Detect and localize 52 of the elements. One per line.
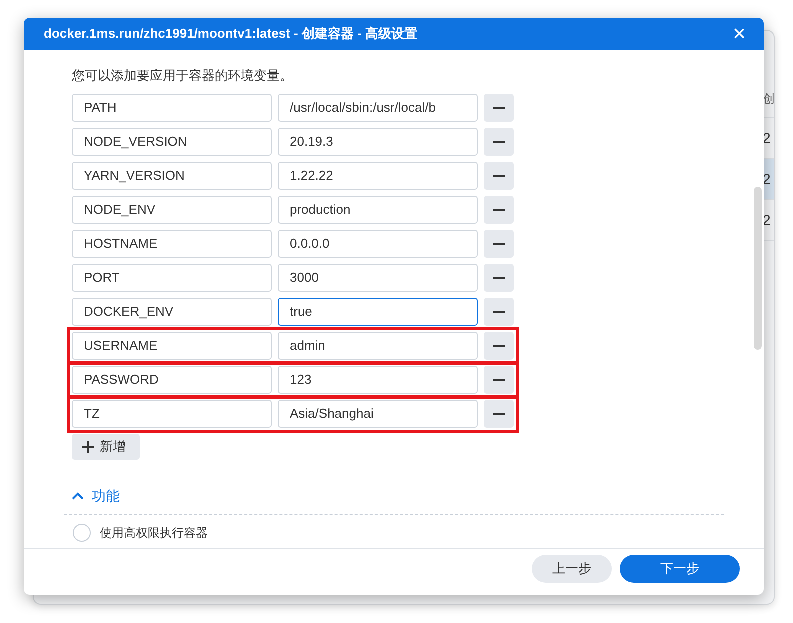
name-field[interactable]: PASSWORD (72, 366, 272, 394)
value-field[interactable]: 0.0.0.0 (278, 230, 478, 258)
value-field[interactable]: admin (278, 332, 478, 360)
remove-button[interactable] (484, 298, 514, 326)
window-title: docker.1ms.run/zhc1991/moontv1:latest - 创建容器 - 高级设置 (44, 25, 418, 44)
add-button[interactable]: 新增 (72, 434, 140, 460)
value-field[interactable]: 123 (278, 366, 478, 394)
minus-icon (493, 344, 505, 346)
intro-text: 您可以添加要应用于容器的环境变量。 (72, 67, 294, 85)
name-field[interactable]: PORT (72, 264, 272, 292)
name-field[interactable]: USERNAME (72, 332, 272, 360)
value-field[interactable]: true (278, 298, 478, 326)
name-field[interactable]: NODE_ENV (72, 196, 272, 224)
option-checkbox[interactable] (73, 524, 91, 542)
remove-button[interactable] (484, 400, 514, 428)
scrollbar[interactable] (754, 187, 762, 350)
minus-icon (493, 276, 505, 278)
minus-icon (493, 378, 505, 380)
minus-icon (493, 242, 505, 244)
remove-button[interactable] (484, 332, 514, 360)
minus-icon (493, 310, 505, 312)
section-header[interactable]: 功能 (72, 486, 724, 506)
value-field[interactable]: Asia/Shanghai (278, 400, 478, 428)
name-field[interactable]: YARN_VERSION (72, 162, 272, 190)
remove-button[interactable] (484, 366, 514, 394)
value-field[interactable]: /usr/local/sbin:/usr/local/b (278, 94, 478, 122)
close-button[interactable]: × (733, 23, 746, 45)
remove-button[interactable] (484, 128, 514, 156)
minus-icon (493, 174, 505, 176)
minus-icon (493, 208, 505, 210)
minus-icon (493, 412, 505, 414)
next-button[interactable]: 下一步 (620, 555, 740, 583)
name-field[interactable]: HOSTNAME (72, 230, 272, 258)
minus-icon (493, 140, 505, 142)
name-field[interactable]: TZ (72, 400, 272, 428)
remove-button[interactable] (484, 94, 514, 122)
name-field[interactable]: PATH (72, 94, 272, 122)
value-field[interactable]: 20.19.3 (278, 128, 478, 156)
remove-button[interactable] (484, 230, 514, 258)
remove-button[interactable] (484, 264, 514, 292)
value-field[interactable]: 1.22.22 (278, 162, 478, 190)
table-row[interactable]: 2 (763, 159, 774, 200)
value-field[interactable]: production (278, 196, 478, 224)
remove-button[interactable] (484, 162, 514, 190)
plus-icon (82, 440, 94, 452)
name-field[interactable]: DOCKER_ENV (72, 298, 272, 326)
value-field[interactable]: 3000 (278, 264, 478, 292)
remove-button[interactable] (484, 196, 514, 224)
option-label: 使用高权限执行容器 (100, 524, 208, 542)
name-field[interactable]: NODE_VERSION (72, 128, 272, 156)
back-button[interactable]: 上一步 (532, 555, 612, 583)
minus-icon (493, 106, 505, 108)
